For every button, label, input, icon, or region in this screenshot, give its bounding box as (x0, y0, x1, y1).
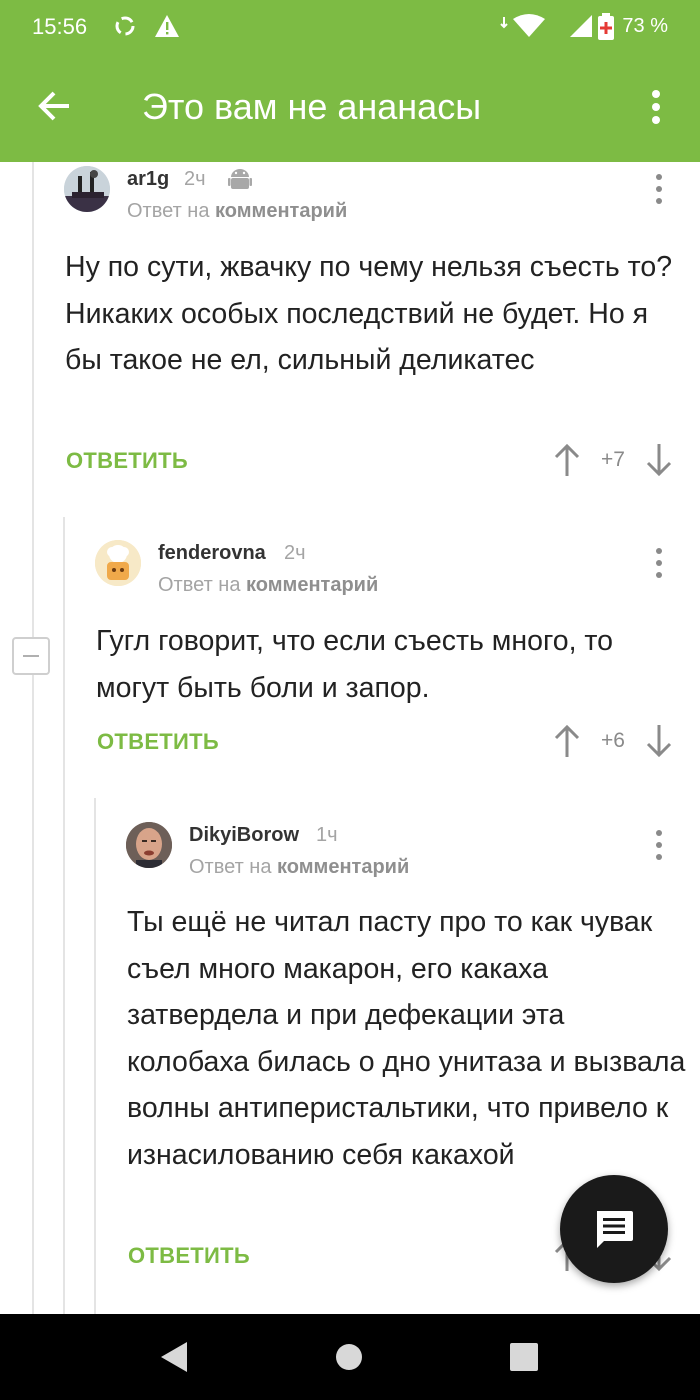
square-recents-icon (510, 1343, 538, 1371)
comment-text: Гугл говорит, что если съесть много, то … (96, 625, 614, 704)
collapse-thread-button[interactable] (12, 637, 50, 675)
arrow-down-icon (646, 444, 672, 477)
comment: ar1g 2ч Ответ на комментарий Ну по сути,… (34, 162, 700, 502)
reply-to: Ответ на комментарий (189, 856, 409, 879)
dot-icon (656, 854, 662, 860)
comment-author[interactable]: fenderovna (158, 542, 266, 565)
reply-button[interactable]: ОТВЕТИТЬ (128, 1243, 250, 1269)
upvote-button[interactable] (552, 723, 582, 759)
upvote-button[interactable] (552, 442, 582, 478)
triangle-back-icon (161, 1342, 187, 1372)
write-comment-button[interactable] (560, 1175, 668, 1283)
app-bar: Это вам не ананасы (0, 54, 700, 162)
signal-icon (568, 13, 594, 44)
dot-icon (656, 548, 662, 554)
status-time: 15:56 (32, 14, 88, 39)
dot-icon (656, 842, 662, 848)
avatar[interactable] (95, 540, 141, 586)
arrow-up-icon (554, 443, 580, 476)
reply-to-link[interactable]: комментарий (215, 200, 347, 222)
comment-author[interactable]: DikyiBorow (189, 824, 299, 847)
comment-score: +7 (601, 448, 625, 471)
circle-home-icon (336, 1344, 362, 1370)
comment-text: Ну по сути, жвачку по чему нельзя съесть… (65, 251, 673, 376)
comment-author[interactable]: ar1g (127, 168, 169, 191)
battery-level: 73 % (622, 15, 668, 37)
back-button[interactable] (24, 76, 84, 136)
reply-to-link[interactable]: комментарий (246, 574, 378, 596)
comment-time: 1ч (316, 824, 338, 846)
arrow-down-icon (646, 725, 672, 758)
dot-icon (656, 174, 662, 180)
dot-icon (656, 198, 662, 204)
comment-menu-button[interactable] (649, 828, 669, 862)
battery-icon (597, 13, 615, 46)
system-nav-bar (0, 1314, 700, 1400)
status-bar: 15:56 73 % (0, 0, 700, 54)
nav-back-button[interactable] (152, 1336, 194, 1378)
downvote-button[interactable] (644, 723, 674, 759)
avatar[interactable] (126, 822, 172, 868)
comment-time: 2ч (284, 542, 306, 564)
avatar[interactable] (64, 166, 110, 212)
reply-to-prefix: Ответ на (158, 574, 241, 596)
arrow-back-icon (38, 91, 69, 121)
reply-button[interactable]: ОТВЕТИТЬ (97, 729, 219, 755)
warning-icon (154, 13, 180, 44)
dot-icon (656, 186, 662, 192)
dot-icon (656, 572, 662, 578)
dot-icon (656, 560, 662, 566)
comment-icon (597, 1211, 633, 1248)
arrow-up-icon (554, 724, 580, 757)
nav-home-button[interactable] (328, 1336, 370, 1378)
comment-score: +6 (601, 729, 625, 752)
thread-line (32, 675, 34, 1314)
sync-icon (112, 13, 138, 44)
comment-menu-button[interactable] (649, 546, 669, 580)
page-title: Это вам не ананасы (142, 86, 482, 127)
reply-button[interactable]: ОТВЕТИТЬ (66, 448, 188, 474)
nav-recents-button[interactable] (503, 1336, 545, 1378)
downvote-button[interactable] (644, 442, 674, 478)
more-vert-icon (652, 90, 660, 124)
reply-to-prefix: Ответ на (189, 856, 272, 878)
overflow-menu-button[interactable] (636, 82, 676, 132)
reply-to-prefix: Ответ на (127, 200, 210, 222)
android-icon (228, 166, 252, 197)
wifi-icon (500, 13, 556, 44)
reply-to: Ответ на комментарий (127, 200, 347, 223)
comment: fenderovna 2ч Ответ на комментарий Гугл … (65, 530, 700, 780)
comment-menu-button[interactable] (649, 172, 669, 206)
comment-text: Ты ещё не читал пасту про то как чувак с… (127, 906, 686, 1171)
reply-to-link[interactable]: комментарий (277, 856, 409, 878)
top-bar: 15:56 73 % Это вам не ананасы (0, 0, 700, 162)
comment-time: 2ч (184, 168, 206, 190)
reply-to: Ответ на комментарий (158, 574, 378, 597)
dot-icon (656, 830, 662, 836)
